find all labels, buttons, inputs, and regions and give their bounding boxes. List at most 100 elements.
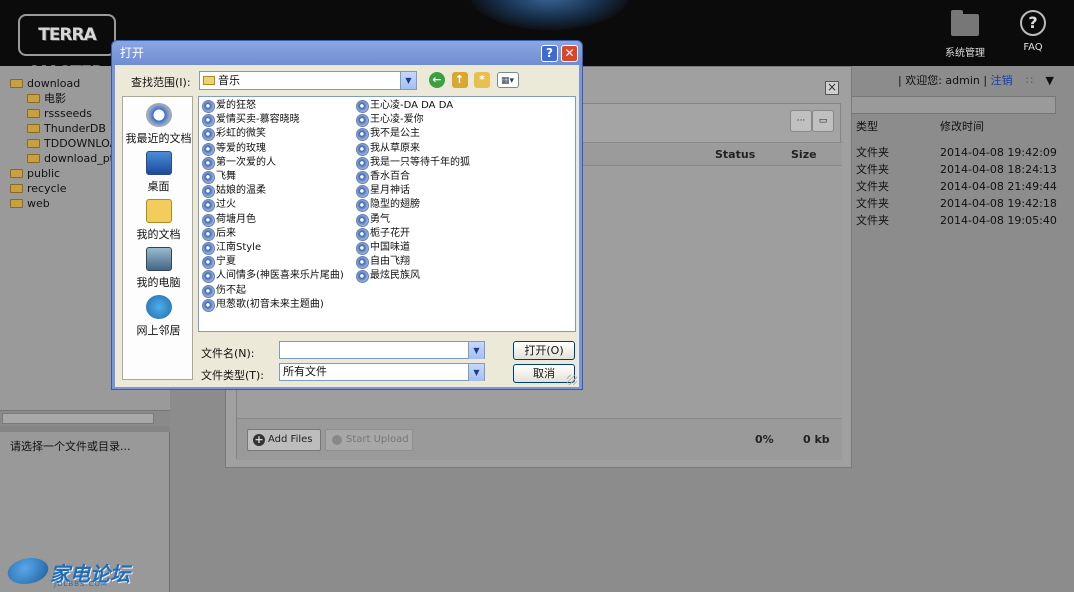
network-icon xyxy=(145,295,172,319)
dialog-title[interactable]: 打开 xyxy=(112,41,582,65)
folder-icon xyxy=(10,169,23,178)
place-label: 网上邻居 xyxy=(136,324,181,337)
tree-item-label: 电影 xyxy=(44,92,66,105)
open-file-dialog: 打开 ? ✕ 查找范围(I): 音乐 ▼ ← ↑ * ▦▾ 我最近的文档 桌面 xyxy=(111,40,583,390)
list-item[interactable]: 等爱的玫瑰 xyxy=(201,142,266,156)
list-item[interactable]: 飞舞 xyxy=(201,170,236,184)
filetype-value: 所有文件 xyxy=(283,365,327,378)
tree-item-label: recycle xyxy=(27,182,67,195)
recent-documents-icon xyxy=(145,103,172,127)
list-item[interactable]: 彩虹的微笑 xyxy=(201,127,266,142)
row-mtime: 2014-04-08 19:42:18 xyxy=(940,197,1057,210)
chevron-down-icon[interactable]: ▼ xyxy=(468,364,484,381)
table-row[interactable]: 文件夹 2014-04-08 19:05:40 xyxy=(850,212,1074,229)
list-item[interactable]: 我不是公主 xyxy=(355,127,420,142)
list-item[interactable]: 后来 xyxy=(201,227,236,241)
place-network[interactable]: 网上邻居 xyxy=(123,295,194,338)
resize-grip[interactable] xyxy=(567,375,577,385)
back-icon[interactable]: ← xyxy=(429,72,445,88)
my-documents-icon xyxy=(145,199,172,223)
list-item[interactable]: 伤不起 xyxy=(201,284,246,298)
list-item[interactable]: 中国味道 xyxy=(355,241,410,255)
faq-button[interactable]: ? FAQ xyxy=(998,8,1068,53)
table-row[interactable]: 文件夹 2014-04-08 18:24:13 xyxy=(850,161,1074,178)
chevron-down-icon[interactable]: ▼ xyxy=(468,342,484,359)
open-button[interactable]: 打开(O) xyxy=(513,341,575,360)
more-icon[interactable]: ··· xyxy=(790,110,812,132)
table-row[interactable]: 文件夹 2014-04-08 19:42:09 xyxy=(850,144,1074,161)
list-item[interactable]: 江南Style xyxy=(201,241,261,255)
folder-icon xyxy=(27,109,40,118)
list-item[interactable]: 栀子花开 xyxy=(355,227,410,241)
chevron-down-icon[interactable]: ▼ xyxy=(1046,72,1054,90)
place-recent-documents[interactable]: 我最近的文档 xyxy=(123,103,194,146)
image-icon[interactable]: ▭ xyxy=(812,110,834,132)
grid-icon[interactable]: ∷ xyxy=(1026,74,1033,87)
list-item[interactable]: 姑娘的温柔 xyxy=(201,184,266,199)
filename-input[interactable]: ▼ xyxy=(279,341,485,359)
place-my-documents[interactable]: 我的文档 xyxy=(123,199,194,242)
question-icon: ? xyxy=(1020,10,1046,36)
list-item[interactable]: 荷塘月色 xyxy=(201,213,256,227)
table-row[interactable]: 文件夹 2014-04-08 21:49:44 xyxy=(850,178,1074,195)
list-item[interactable]: 过火 xyxy=(201,198,236,213)
list-item[interactable]: 隐型的翅膀 xyxy=(355,198,420,213)
logout-link[interactable]: 注销 xyxy=(991,74,1013,87)
place-label: 我的电脑 xyxy=(136,276,181,289)
dialog-file-list: 爱的狂怒 爱情买卖-慕容晓晓 彩虹的微笑 等爱的玫瑰 第一次爱的人 飞舞 姑娘的温柔 过火 荷塘… xyxy=(198,96,576,332)
new-folder-icon[interactable]: * xyxy=(474,72,490,88)
list-item[interactable]: 最炫民族风 xyxy=(355,269,420,284)
file-rows: 文件夹 2014-04-08 19:42:09 文件夹 2014-04-08 18:2… xyxy=(850,144,1074,229)
chevron-down-icon[interactable]: ▼ xyxy=(400,72,416,89)
folder-icon xyxy=(27,94,40,103)
dialog-nav-tools: ← ↑ * ▦▾ xyxy=(429,72,522,90)
column-type[interactable]: 类型 xyxy=(856,118,878,134)
folder-icon xyxy=(27,139,40,148)
list-item[interactable]: 王心凌-爱你 xyxy=(355,113,424,128)
cancel-button[interactable]: 取消 xyxy=(513,364,575,383)
list-item[interactable]: 自由飞翔 xyxy=(355,255,410,270)
tree-horizontal-scrollbar[interactable] xyxy=(0,410,170,426)
system-management-button[interactable]: 系统管理 xyxy=(930,8,1000,59)
list-item[interactable]: 第一次爱的人 xyxy=(201,156,276,170)
close-button[interactable]: ✕ xyxy=(561,45,578,62)
up-folder-icon[interactable]: ↑ xyxy=(451,72,468,88)
add-files-button[interactable]: Add Files xyxy=(247,429,321,451)
list-item[interactable]: 香水百合 xyxy=(355,170,410,184)
faq-label: FAQ xyxy=(1023,42,1043,53)
row-type: 文件夹 xyxy=(856,163,889,176)
folder-icon xyxy=(27,154,40,163)
watermark-logo-icon xyxy=(4,558,52,584)
close-icon[interactable]: × xyxy=(825,81,839,95)
watermark: 家电论坛 JDLBBS.COM xyxy=(4,558,138,588)
place-desktop[interactable]: 桌面 xyxy=(123,151,194,194)
tree-item-label: download_pt xyxy=(44,152,114,165)
view-menu-icon[interactable]: ▦▾ xyxy=(496,72,519,88)
list-item[interactable]: 爱的狂怒 xyxy=(201,99,256,113)
list-item[interactable]: 我从草原来 xyxy=(355,142,420,156)
list-item[interactable]: 甩葱歌(初音未来主题曲) xyxy=(201,298,324,312)
panel-splitter[interactable] xyxy=(0,426,170,432)
start-upload-button[interactable]: Start Upload xyxy=(325,429,413,451)
list-item[interactable]: 星月神话 xyxy=(355,184,410,199)
place-label: 我最近的文档 xyxy=(125,132,192,145)
list-item[interactable]: 人间情多(神医喜来乐片尾曲) xyxy=(201,269,344,284)
column-mtime[interactable]: 修改时间 xyxy=(940,118,984,134)
filetype-select[interactable]: 所有文件 ▼ xyxy=(279,363,485,381)
scrollbar-thumb[interactable] xyxy=(2,413,154,424)
list-item[interactable]: 我是一只等待千年的狐 xyxy=(355,156,470,170)
look-in-select[interactable]: 音乐 ▼ xyxy=(199,71,417,90)
table-row[interactable]: 文件夹 2014-04-08 19:42:18 xyxy=(850,195,1074,212)
list-item[interactable]: 爱情买卖-慕容晓晓 xyxy=(201,113,300,128)
list-item[interactable]: 宁夏 xyxy=(201,255,236,270)
filetype-label: 文件类型(T): xyxy=(201,369,265,382)
place-my-computer[interactable]: 我的电脑 xyxy=(123,247,194,290)
terramaster-logo: TERRA MASTER xyxy=(18,14,116,83)
tree-item-label: web xyxy=(27,197,50,210)
row-mtime: 2014-04-08 19:05:40 xyxy=(940,214,1057,227)
list-item[interactable]: 王心凌-DA DA DA xyxy=(355,99,453,113)
help-button[interactable]: ? xyxy=(541,45,558,62)
row-type: 文件夹 xyxy=(856,180,889,193)
row-type: 文件夹 xyxy=(856,146,889,159)
list-item[interactable]: 勇气 xyxy=(355,213,390,227)
